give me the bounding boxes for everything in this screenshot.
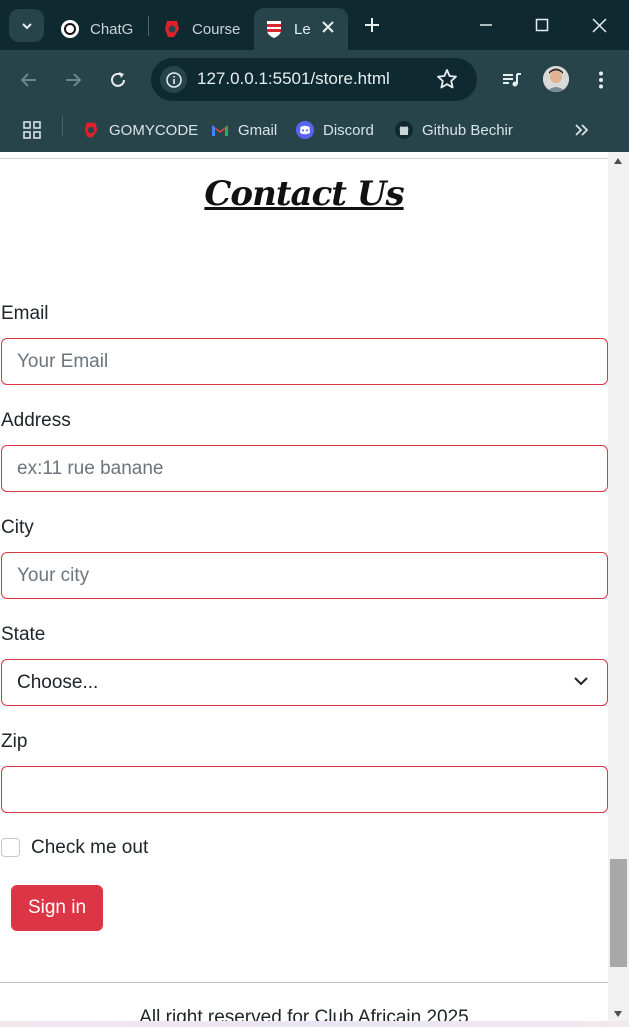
bookmark-gmail[interactable]: Gmail	[211, 116, 277, 144]
apps-button[interactable]	[22, 116, 42, 144]
zip-label: Zip	[1, 731, 28, 752]
apps-grid-icon	[23, 121, 41, 139]
reload-button[interactable]	[103, 65, 133, 95]
desktop-strip	[0, 1021, 629, 1027]
discord-icon	[296, 121, 314, 139]
zip-input[interactable]	[1, 766, 608, 813]
state-select[interactable]: Choose...	[1, 659, 608, 706]
tab-title: ChatG	[90, 20, 134, 38]
chevron-down-icon	[573, 673, 589, 694]
site-info-icon[interactable]	[160, 66, 187, 93]
tab-title: Le	[294, 20, 311, 38]
plus-icon	[365, 18, 379, 32]
gmail-icon	[211, 121, 229, 139]
arrow-left-icon	[20, 73, 36, 87]
page-title: Contact Us	[204, 174, 404, 214]
chevron-double-right-icon	[575, 124, 589, 136]
divider	[0, 158, 608, 159]
checkbox-label: Check me out	[31, 837, 149, 858]
footer-divider	[0, 982, 608, 983]
vertical-scrollbar[interactable]	[608, 152, 629, 1027]
profile-avatar[interactable]	[543, 66, 569, 92]
city-label: City	[1, 517, 34, 538]
address-bar[interactable]: 127.0.0.1:5501/store.html	[151, 58, 477, 101]
chevron-down-icon	[21, 22, 32, 29]
bookmark-label: Gmail	[238, 121, 278, 139]
sign-in-button[interactable]: Sign in	[11, 885, 103, 931]
bookmarks-bar: GOMYCODE Gmail Discord Github Bechir	[0, 110, 629, 152]
tab-bar: ChatG Course Le	[0, 0, 629, 50]
github-icon	[395, 121, 413, 139]
minimize-icon	[480, 24, 492, 26]
city-input[interactable]	[1, 552, 608, 599]
check-me-out-checkbox[interactable]	[1, 838, 20, 857]
address-input[interactable]	[1, 445, 608, 492]
email-input[interactable]	[1, 338, 608, 385]
url-text: 127.0.0.1:5501/store.html	[197, 69, 390, 88]
tab-separator	[148, 16, 149, 36]
bookmark-discord[interactable]: Discord	[296, 116, 374, 144]
email-label: Email	[1, 303, 49, 324]
new-tab-button[interactable]	[357, 10, 387, 40]
tab-course[interactable]: Course	[154, 8, 246, 50]
scrollbar-thumb[interactable]	[610, 859, 627, 967]
tab-active-page[interactable]: Le	[254, 8, 348, 50]
bookmarks-separator	[62, 116, 63, 136]
kebab-menu-icon	[599, 71, 603, 89]
bookmark-gomycode[interactable]: GOMYCODE	[82, 116, 198, 144]
scroll-up-arrow-icon[interactable]	[614, 158, 622, 164]
gomycode-icon	[162, 19, 182, 39]
close-icon	[591, 17, 607, 33]
maximize-icon	[535, 18, 549, 32]
tab-search-button[interactable]	[9, 9, 44, 42]
page-viewport: Contact Us Email Address City State Choo…	[0, 152, 629, 1027]
playlist-music-icon	[503, 73, 521, 87]
bookmark-label: Github Bechir	[422, 121, 513, 139]
minimize-button[interactable]	[471, 10, 501, 40]
more-bookmarks-button[interactable]	[574, 116, 590, 144]
state-label: State	[1, 624, 46, 645]
forward-button[interactable]	[58, 65, 88, 95]
club-africain-icon	[264, 19, 284, 39]
chatgpt-icon	[60, 19, 80, 39]
arrow-right-icon	[66, 73, 82, 87]
scroll-down-arrow-icon[interactable]	[614, 1011, 622, 1017]
bookmark-star-icon[interactable]	[436, 68, 458, 95]
bookmark-label: GOMYCODE	[109, 121, 199, 139]
reload-icon	[111, 72, 125, 87]
bookmark-github[interactable]: Github Bechir	[395, 116, 513, 144]
state-selected-value: Choose...	[17, 672, 99, 693]
close-tab-icon[interactable]	[320, 19, 336, 39]
browser-toolbar: 127.0.0.1:5501/store.html	[0, 50, 629, 110]
tab-title: Course	[192, 20, 241, 38]
close-window-button[interactable]	[584, 10, 614, 40]
back-button[interactable]	[14, 65, 44, 95]
maximize-button[interactable]	[527, 10, 557, 40]
media-controls-button[interactable]	[497, 65, 527, 95]
gomycode-icon	[82, 121, 100, 139]
address-label: Address	[1, 410, 71, 431]
tab-chatgpt[interactable]: ChatG	[52, 8, 144, 50]
bookmark-label: Discord	[323, 121, 374, 139]
browser-menu-button[interactable]	[586, 65, 616, 95]
